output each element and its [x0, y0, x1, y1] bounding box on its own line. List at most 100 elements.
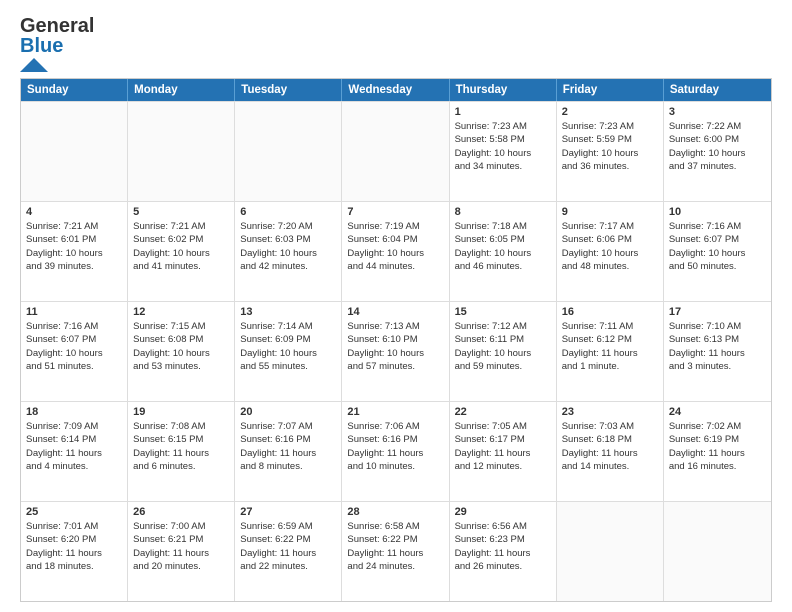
- day-number: 4: [26, 206, 122, 218]
- day-number: 3: [669, 106, 766, 118]
- calendar-cell: 3Sunrise: 7:22 AMSunset: 6:00 PMDaylight…: [664, 102, 771, 201]
- cell-line: Daylight: 11 hours: [133, 547, 229, 560]
- cell-line: Sunrise: 7:05 AM: [455, 420, 551, 433]
- cell-line: Sunset: 6:17 PM: [455, 433, 551, 446]
- cell-line: Daylight: 11 hours: [347, 547, 443, 560]
- day-number: 22: [455, 406, 551, 418]
- weekday-header: Monday: [128, 79, 235, 101]
- cell-line: Daylight: 10 hours: [455, 247, 551, 260]
- cell-line: Daylight: 11 hours: [562, 347, 658, 360]
- cell-line: Daylight: 11 hours: [240, 447, 336, 460]
- cell-line: Sunset: 6:20 PM: [26, 533, 122, 546]
- cell-line: Sunset: 6:15 PM: [133, 433, 229, 446]
- cell-line: Daylight: 11 hours: [562, 447, 658, 460]
- day-number: 15: [455, 306, 551, 318]
- cell-line: and 3 minutes.: [669, 360, 766, 373]
- calendar-week: 18Sunrise: 7:09 AMSunset: 6:14 PMDayligh…: [21, 401, 771, 501]
- calendar-cell: 18Sunrise: 7:09 AMSunset: 6:14 PMDayligh…: [21, 402, 128, 501]
- cell-line: Sunrise: 6:56 AM: [455, 520, 551, 533]
- cell-line: Sunrise: 7:15 AM: [133, 320, 229, 333]
- cell-line: Daylight: 10 hours: [455, 147, 551, 160]
- calendar: SundayMondayTuesdayWednesdayThursdayFrid…: [20, 78, 772, 602]
- calendar-week: 11Sunrise: 7:16 AMSunset: 6:07 PMDayligh…: [21, 301, 771, 401]
- calendar-cell: 13Sunrise: 7:14 AMSunset: 6:09 PMDayligh…: [235, 302, 342, 401]
- cell-line: and 39 minutes.: [26, 260, 122, 273]
- cell-line: Sunset: 6:22 PM: [240, 533, 336, 546]
- calendar-cell: 27Sunrise: 6:59 AMSunset: 6:22 PMDayligh…: [235, 502, 342, 601]
- cell-line: Sunset: 5:58 PM: [455, 133, 551, 146]
- cell-line: and 20 minutes.: [133, 560, 229, 573]
- cell-line: Sunset: 6:07 PM: [26, 333, 122, 346]
- calendar-cell: 9Sunrise: 7:17 AMSunset: 6:06 PMDaylight…: [557, 202, 664, 301]
- day-number: 13: [240, 306, 336, 318]
- calendar-cell: [21, 102, 128, 201]
- cell-line: and 12 minutes.: [455, 460, 551, 473]
- cell-line: and 59 minutes.: [455, 360, 551, 373]
- cell-line: and 51 minutes.: [26, 360, 122, 373]
- cell-line: and 1 minute.: [562, 360, 658, 373]
- day-number: 26: [133, 506, 229, 518]
- calendar-week: 1Sunrise: 7:23 AMSunset: 5:58 PMDaylight…: [21, 101, 771, 201]
- cell-line: and 24 minutes.: [347, 560, 443, 573]
- cell-line: Daylight: 10 hours: [669, 247, 766, 260]
- cell-line: and 22 minutes.: [240, 560, 336, 573]
- cell-line: Daylight: 10 hours: [133, 347, 229, 360]
- day-number: 16: [562, 306, 658, 318]
- day-number: 9: [562, 206, 658, 218]
- cell-line: Daylight: 11 hours: [240, 547, 336, 560]
- cell-line: and 37 minutes.: [669, 160, 766, 173]
- header: General Blue: [20, 16, 772, 72]
- cell-line: Sunset: 6:04 PM: [347, 233, 443, 246]
- cell-line: Daylight: 10 hours: [26, 247, 122, 260]
- cell-line: Sunrise: 7:10 AM: [669, 320, 766, 333]
- cell-line: Sunset: 6:19 PM: [669, 433, 766, 446]
- calendar-cell: 10Sunrise: 7:16 AMSunset: 6:07 PMDayligh…: [664, 202, 771, 301]
- calendar-cell: [235, 102, 342, 201]
- calendar-cell: 8Sunrise: 7:18 AMSunset: 6:05 PMDaylight…: [450, 202, 557, 301]
- weekday-header: Friday: [557, 79, 664, 101]
- cell-line: and 42 minutes.: [240, 260, 336, 273]
- cell-line: Sunset: 6:22 PM: [347, 533, 443, 546]
- day-number: 1: [455, 106, 551, 118]
- cell-line: Daylight: 10 hours: [455, 347, 551, 360]
- cell-line: Sunrise: 7:09 AM: [26, 420, 122, 433]
- cell-line: Sunrise: 7:16 AM: [26, 320, 122, 333]
- cell-line: and 55 minutes.: [240, 360, 336, 373]
- cell-line: Sunrise: 7:23 AM: [562, 120, 658, 133]
- cell-line: Daylight: 10 hours: [669, 147, 766, 160]
- page: General Blue SundayMondayTuesdayWednesda…: [0, 0, 792, 612]
- calendar-cell: 2Sunrise: 7:23 AMSunset: 5:59 PMDaylight…: [557, 102, 664, 201]
- cell-line: and 46 minutes.: [455, 260, 551, 273]
- cell-line: Sunset: 6:11 PM: [455, 333, 551, 346]
- calendar-cell: 5Sunrise: 7:21 AMSunset: 6:02 PMDaylight…: [128, 202, 235, 301]
- day-number: 10: [669, 206, 766, 218]
- cell-line: Daylight: 10 hours: [240, 247, 336, 260]
- calendar-cell: [342, 102, 449, 201]
- cell-line: Sunrise: 7:17 AM: [562, 220, 658, 233]
- weekday-header: Wednesday: [342, 79, 449, 101]
- cell-line: Sunset: 6:09 PM: [240, 333, 336, 346]
- cell-line: Daylight: 10 hours: [562, 147, 658, 160]
- cell-line: Sunrise: 7:00 AM: [133, 520, 229, 533]
- cell-line: Sunrise: 7:12 AM: [455, 320, 551, 333]
- cell-line: and 10 minutes.: [347, 460, 443, 473]
- weekday-header: Saturday: [664, 79, 771, 101]
- calendar-cell: 29Sunrise: 6:56 AMSunset: 6:23 PMDayligh…: [450, 502, 557, 601]
- day-number: 23: [562, 406, 658, 418]
- calendar-cell: 25Sunrise: 7:01 AMSunset: 6:20 PMDayligh…: [21, 502, 128, 601]
- cell-line: Sunrise: 7:21 AM: [133, 220, 229, 233]
- day-number: 18: [26, 406, 122, 418]
- calendar-header: SundayMondayTuesdayWednesdayThursdayFrid…: [21, 79, 771, 101]
- calendar-cell: 1Sunrise: 7:23 AMSunset: 5:58 PMDaylight…: [450, 102, 557, 201]
- cell-line: Daylight: 11 hours: [133, 447, 229, 460]
- cell-line: and 53 minutes.: [133, 360, 229, 373]
- cell-line: and 26 minutes.: [455, 560, 551, 573]
- cell-line: Sunrise: 7:20 AM: [240, 220, 336, 233]
- calendar-cell: 11Sunrise: 7:16 AMSunset: 6:07 PMDayligh…: [21, 302, 128, 401]
- day-number: 25: [26, 506, 122, 518]
- weekday-header: Tuesday: [235, 79, 342, 101]
- cell-line: Daylight: 10 hours: [133, 247, 229, 260]
- calendar-cell: 26Sunrise: 7:00 AMSunset: 6:21 PMDayligh…: [128, 502, 235, 601]
- day-number: 14: [347, 306, 443, 318]
- logo-icon: [20, 58, 48, 72]
